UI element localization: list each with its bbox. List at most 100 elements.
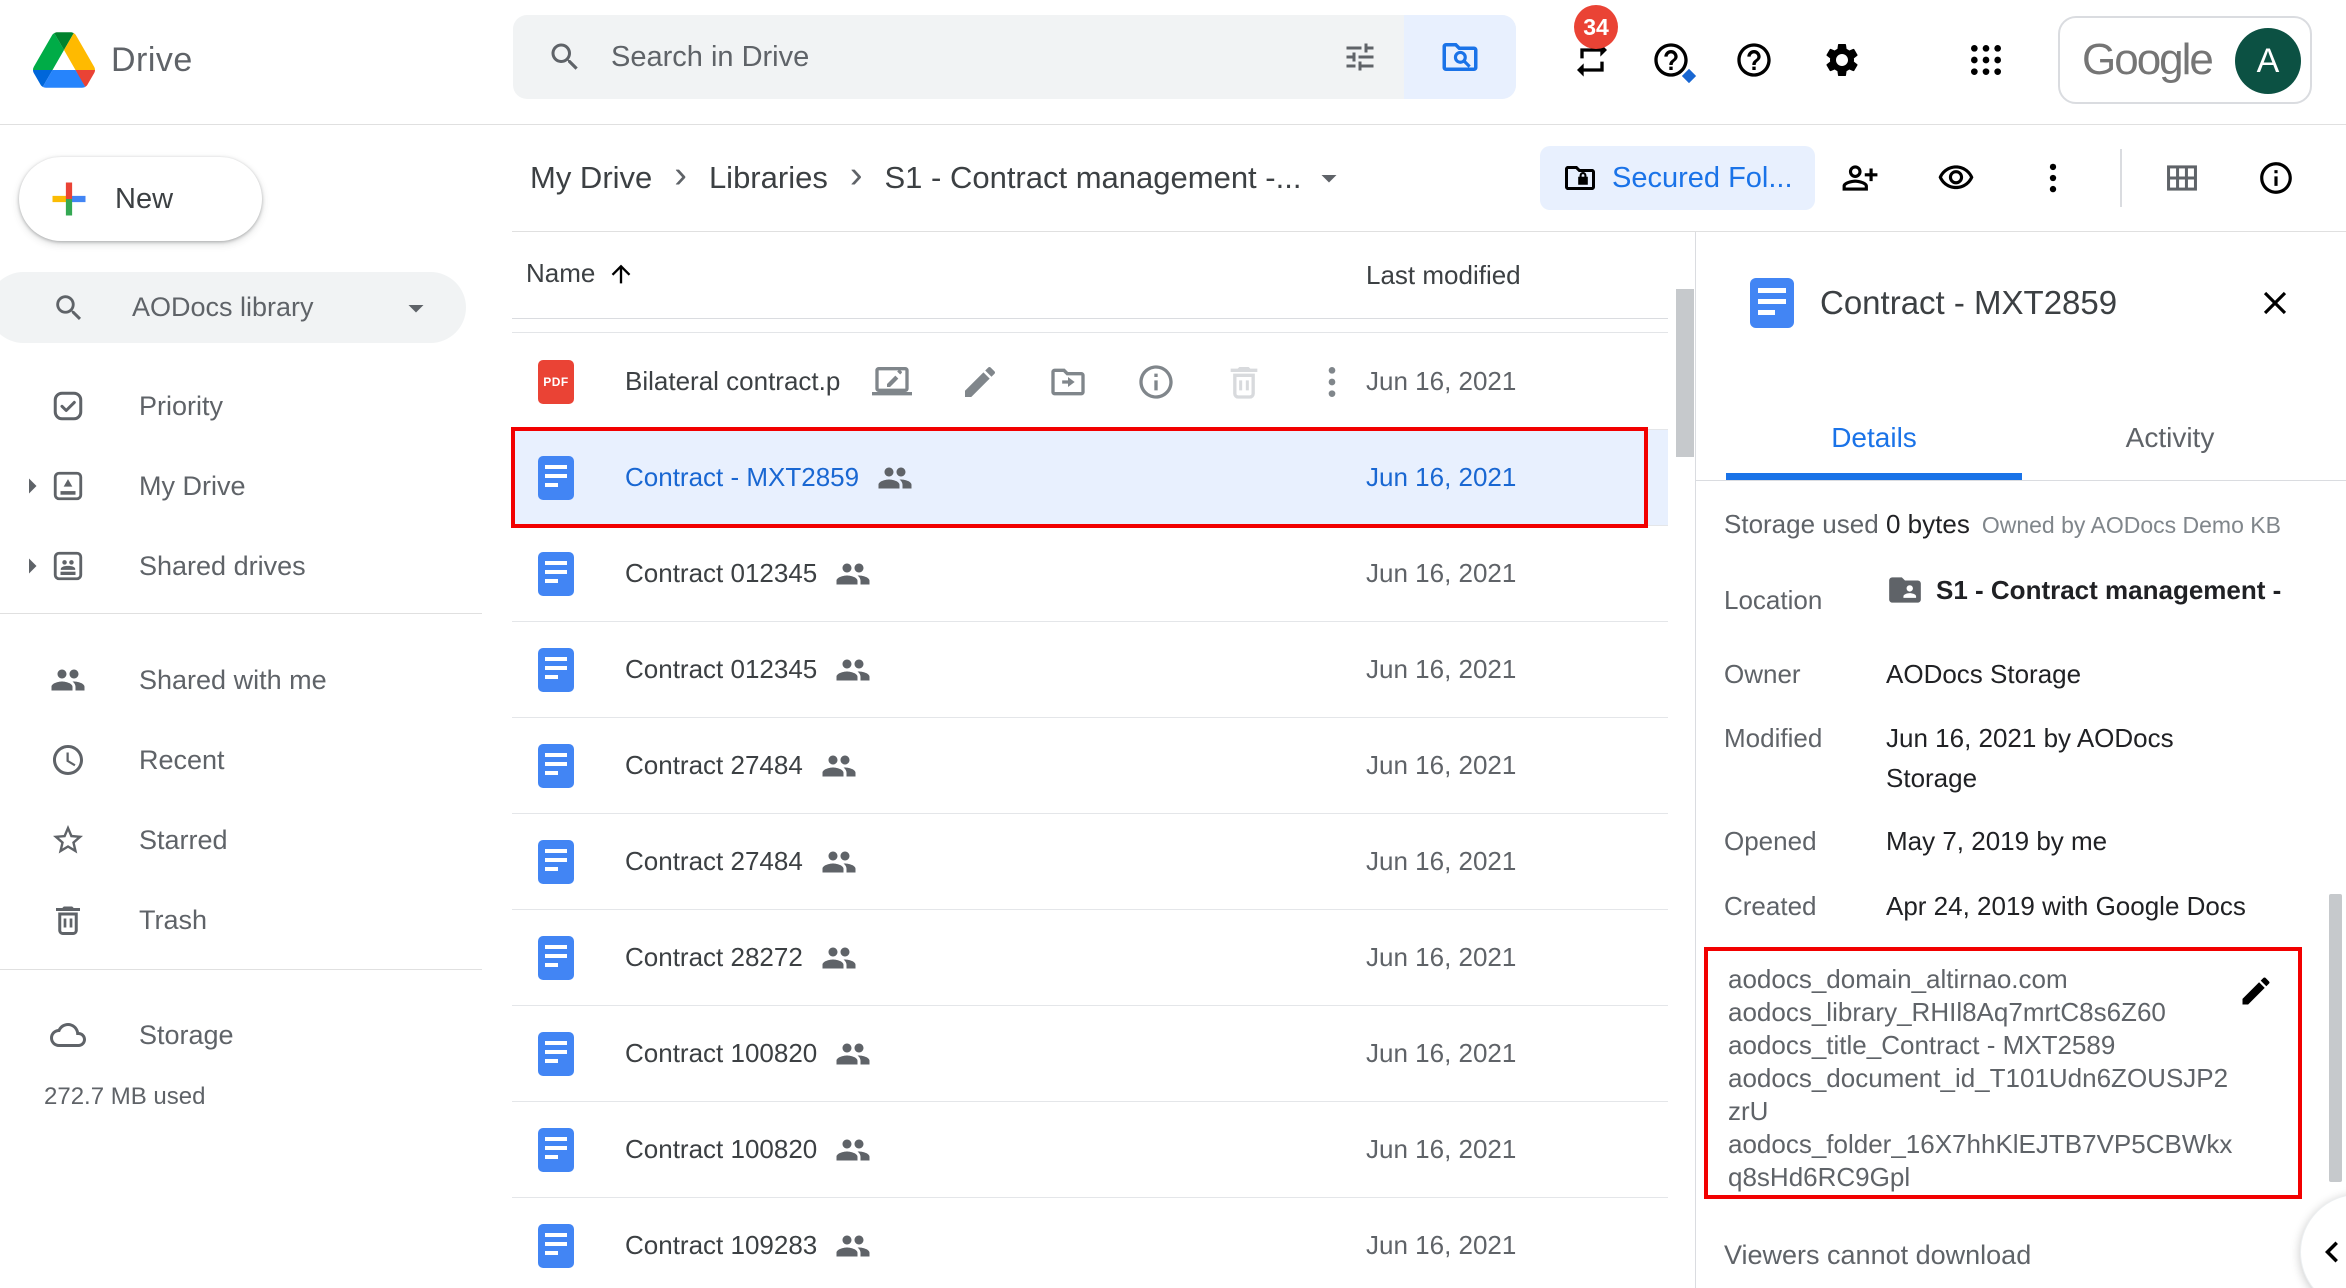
sidebar-item-label: Shared with me xyxy=(139,664,327,695)
breadcrumb-item-my-drive[interactable]: My Drive xyxy=(530,160,652,196)
last-modified-date: Jun 16, 2021 xyxy=(1366,750,1517,780)
sort-ascending-icon xyxy=(607,260,635,288)
tab-activity[interactable]: Activity xyxy=(2022,394,2318,481)
breadcrumb-caret-icon[interactable] xyxy=(1311,160,1347,196)
close-panel-button[interactable] xyxy=(2256,284,2296,324)
folder-move-button[interactable] xyxy=(1044,358,1092,406)
folder-search-button[interactable] xyxy=(1404,15,1516,99)
sidebar-item-priority[interactable]: Priority xyxy=(0,366,512,446)
search-input[interactable] xyxy=(611,40,1342,74)
people-icon xyxy=(50,662,86,698)
sidebar-item-starred[interactable]: Starred xyxy=(0,800,512,880)
file-row[interactable]: PDF Bilateral contract.p Jun 16, 2021 xyxy=(512,334,1668,430)
header-divider xyxy=(512,318,1668,319)
sidebar-item-storage[interactable]: Storage xyxy=(0,995,512,1075)
expand-arrow-icon[interactable] xyxy=(14,548,50,584)
name-header-label: Name xyxy=(526,258,596,288)
file-row[interactable]: Contract 012345 Jun 16, 2021 xyxy=(512,622,1668,718)
toolbar-divider xyxy=(2120,149,2122,207)
settings-button[interactable] xyxy=(1818,36,1866,84)
more-actions-button[interactable] xyxy=(2029,154,2077,202)
app-name: Drive xyxy=(111,40,193,79)
folder-lock-icon xyxy=(1562,160,1598,196)
drive-logo[interactable]: Drive xyxy=(33,32,193,88)
file-row[interactable]: Contract 100820 Jun 16, 2021 xyxy=(512,1102,1668,1198)
last-modified-date: Jun 16, 2021 xyxy=(1366,462,1517,492)
file-row[interactable]: Contract 28272 Jun 16, 2021 xyxy=(512,910,1668,1006)
help-button[interactable] xyxy=(1730,36,1778,84)
file-row[interactable]: Contract 27484 Jun 16, 2021 xyxy=(512,814,1668,910)
sidebar-item-label: Priority xyxy=(139,390,224,421)
avatar[interactable]: A xyxy=(2235,28,2301,94)
help-icon xyxy=(1734,40,1774,80)
sidebar-group: Shared with me Recent Starred Trash xyxy=(0,640,512,960)
last-modified-column-header[interactable]: Last modified xyxy=(1366,260,1521,291)
pencil-icon xyxy=(960,362,1000,402)
sidebar-item-shared-drives[interactable]: Shared drives xyxy=(0,526,512,606)
file-row[interactable]: Contract 012345 Jun 16, 2021 xyxy=(512,526,1668,622)
info-icon xyxy=(2257,159,2295,197)
trash-button[interactable] xyxy=(1220,358,1268,406)
shared-people-icon xyxy=(821,940,857,976)
sidebar-item-shared-with-me[interactable]: Shared with me xyxy=(0,640,512,720)
notification-badge: 34 xyxy=(1574,5,1618,49)
file-row[interactable]: Contract 27484 Jun 16, 2021 xyxy=(512,718,1668,814)
field-value-text: 0 bytes xyxy=(1886,509,1970,539)
file-row[interactable]: Contract 109283 Jun 16, 2021 xyxy=(512,1198,1668,1288)
grid-view-button[interactable] xyxy=(2158,154,2206,202)
sidebar-item-recent[interactable]: Recent xyxy=(0,720,512,800)
pencil-button[interactable] xyxy=(956,358,1004,406)
panel-title: Contract - MXT2859 xyxy=(1820,284,2118,321)
breadcrumb-item-libraries[interactable]: Libraries xyxy=(709,160,828,196)
file-name: Bilateral contract.p xyxy=(625,366,841,396)
docs-file-icon xyxy=(1750,278,1794,328)
secured-folder-badge[interactable]: Secured Fol... xyxy=(1540,146,1815,210)
new-button[interactable]: New xyxy=(19,157,262,241)
folder-shared-icon xyxy=(1886,571,1924,609)
priority-icon xyxy=(50,388,86,424)
file-row[interactable]: Contract 100820 Jun 16, 2021 xyxy=(512,1006,1668,1102)
sidebar-item-my-drive[interactable]: My Drive xyxy=(0,446,512,526)
storage-label: Storage xyxy=(139,1019,234,1050)
breadcrumb-separator: › xyxy=(849,153,863,196)
share-button[interactable] xyxy=(1836,154,1884,202)
list-scrollbar[interactable] xyxy=(1676,289,1694,457)
tab-details[interactable]: Details xyxy=(1726,394,2022,481)
google-drive-app: Drive 34 Google A My Drive › Libraries › S1 … xyxy=(0,0,2346,1288)
chevron-left-icon xyxy=(2311,1231,2346,1273)
apps-grid-icon xyxy=(1966,40,2006,80)
shared-people-icon xyxy=(835,1228,871,1264)
edit-description-button[interactable] xyxy=(2238,973,2276,1011)
field-value-text: Apr 24, 2019 with Google Docs xyxy=(1886,891,2246,921)
file-row[interactable]: Contract - MXT2859 Jun 16, 2021 xyxy=(511,427,1668,528)
sidebar-item-label: My Drive xyxy=(139,470,246,501)
google-apps-button[interactable] xyxy=(1962,36,2010,84)
row-actions xyxy=(868,358,1356,406)
field-value: S1 - Contract management - xyxy=(1886,570,2324,610)
name-column-header[interactable]: Name xyxy=(526,258,635,289)
search-icon[interactable] xyxy=(547,39,583,75)
detail-field-created: Created Apr 24, 2019 with Google Docs xyxy=(1724,886,2324,926)
visibility-button[interactable] xyxy=(1932,154,1980,202)
details-info-button[interactable] xyxy=(2252,154,2300,202)
info-button[interactable] xyxy=(1132,358,1180,406)
sidebar-item-trash[interactable]: Trash xyxy=(0,880,512,960)
library-selector[interactable]: AODocs library xyxy=(0,272,466,343)
breadcrumb-item-s1-contract-management[interactable]: S1 - Contract management -... xyxy=(884,160,1301,196)
aodocs-help-button[interactable] xyxy=(1647,36,1695,84)
window-scrollbar[interactable] xyxy=(2329,894,2342,1182)
search-options-icon[interactable] xyxy=(1342,39,1378,75)
more-vert-icon xyxy=(1312,362,1352,402)
list-header: Name Last modified xyxy=(512,232,1695,333)
expand-arrow-icon[interactable] xyxy=(14,468,50,504)
description-box: aodocs_domain_altirnao.com aodocs_librar… xyxy=(1704,947,2302,1199)
field-label: Storage used xyxy=(1724,509,1879,539)
secured-folder-label: Secured Fol... xyxy=(1612,161,1793,194)
gear-icon xyxy=(1822,40,1862,80)
shared-people-icon xyxy=(835,1036,871,1072)
more-vert-button[interactable] xyxy=(1308,358,1356,406)
detail-field-opened: Opened May 7, 2019 by me xyxy=(1724,821,2324,861)
laptop-edit-button[interactable] xyxy=(868,358,916,406)
last-modified-date: Jun 16, 2021 xyxy=(1366,558,1517,588)
last-modified-date: Jun 16, 2021 xyxy=(1366,1038,1517,1068)
